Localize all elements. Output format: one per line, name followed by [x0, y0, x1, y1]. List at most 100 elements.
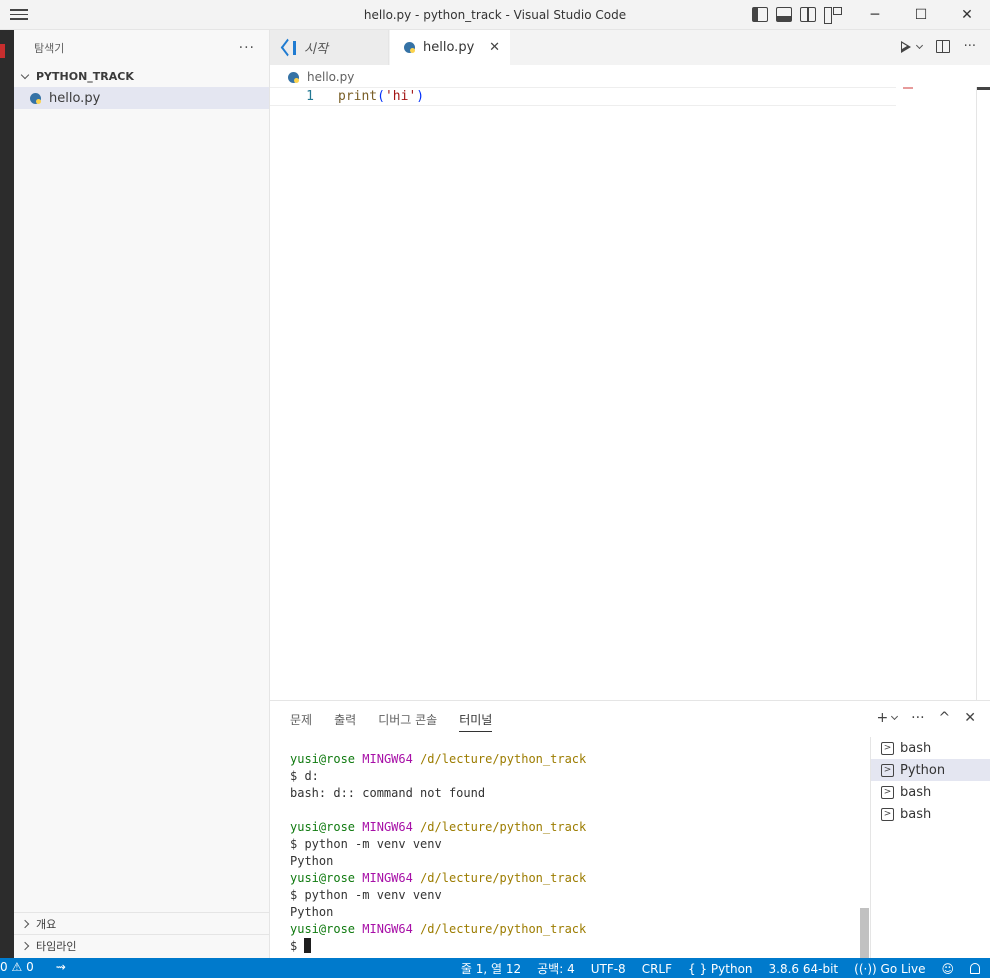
bell-icon[interactable]	[970, 963, 980, 974]
terminal-line: Python	[290, 854, 334, 868]
customize-layout-icon[interactable]	[824, 7, 842, 24]
split-editor-icon[interactable]	[935, 40, 950, 53]
outline-section[interactable]: 개요	[14, 912, 270, 934]
chevron-down-icon[interactable]	[915, 41, 923, 49]
maximize-button[interactable]: ☐	[898, 0, 944, 30]
editor-actions: ···	[900, 39, 976, 54]
terminal-item-python[interactable]: > Python	[871, 759, 990, 781]
minimize-button[interactable]: ─	[852, 0, 898, 30]
chevron-down-icon	[20, 70, 30, 79]
toggle-panel-icon[interactable]	[776, 7, 792, 22]
tab-hello-py[interactable]: hello.py ✕	[390, 30, 510, 65]
python-file-icon	[404, 42, 415, 53]
close-tab-icon[interactable]: ✕	[489, 40, 500, 55]
terminal-list: > bash > Python > bash > bash	[870, 737, 990, 959]
file-label: hello.py	[49, 90, 101, 106]
tab-terminal[interactable]: 터미널	[459, 711, 493, 732]
code-paren-open: (	[377, 89, 385, 104]
terminal-host: MINGW64	[362, 922, 413, 936]
new-terminal-icon[interactable]: +	[876, 710, 888, 726]
warning-icon: ⚠	[11, 960, 23, 974]
editor-more-icon[interactable]: ···	[964, 39, 976, 54]
close-window-button[interactable]: ✕	[944, 0, 990, 30]
vscode-logo-icon	[280, 40, 296, 55]
python-interpreter[interactable]: 3.8.6 64-bit	[769, 962, 839, 976]
terminal-user: yusi@rose	[290, 922, 356, 936]
terminal-line: $ python -m venv venv	[290, 888, 442, 902]
outline-label: 개요	[36, 917, 57, 931]
terminal-line: $ python -m venv venv	[290, 837, 442, 851]
minimap[interactable]	[903, 87, 913, 89]
encoding[interactable]: UTF-8	[591, 962, 626, 976]
line-number: 1	[306, 89, 314, 104]
run-python-icon[interactable]	[900, 40, 911, 53]
chevron-right-icon	[20, 919, 30, 928]
panel-more-icon[interactable]: ···	[911, 710, 924, 726]
tab-output[interactable]: 출력	[334, 711, 356, 732]
timeline-label: 타임라인	[36, 939, 77, 953]
explorer-title: 탐색기	[34, 41, 65, 55]
language-mode[interactable]: { } Python	[688, 962, 753, 976]
code-line-1[interactable]: 1 print('hi')	[270, 87, 896, 106]
activity-bar	[0, 30, 14, 958]
terminal-item-bash[interactable]: > bash	[871, 781, 990, 803]
code-string: 'hi'	[384, 89, 417, 104]
tab-welcome[interactable]: 시작	[270, 30, 389, 65]
toggle-sidebar-icon[interactable]	[752, 7, 768, 22]
python-file-icon	[288, 71, 299, 83]
code-paren-close: )	[416, 89, 425, 104]
cursor-position[interactable]: 줄 1, 열 12	[461, 960, 521, 977]
terminal-path: /d/lecture/python_track	[420, 752, 587, 766]
explorer-more-icon[interactable]: ···	[239, 40, 255, 56]
terminal-host: MINGW64	[362, 752, 413, 766]
tab-problems[interactable]: 문제	[290, 711, 312, 732]
terminal-item-label: bash	[900, 740, 932, 756]
terminal-scrollbar[interactable]	[860, 908, 869, 958]
title-bar: hello.py - python_track - Visual Studio …	[0, 0, 990, 30]
code-function: print	[338, 89, 378, 104]
folder-python-track[interactable]: PYTHON_TRACK	[14, 65, 269, 87]
terminal-user: yusi@rose	[290, 820, 356, 834]
layout-controls	[752, 7, 842, 24]
terminal-icon: >	[881, 741, 894, 755]
timeline-section[interactable]: 타임라인	[14, 934, 270, 956]
panel-actions: + ··· ^ ✕	[876, 710, 976, 726]
line-ending[interactable]: CRLF	[642, 962, 672, 976]
terminal-icon: >	[881, 807, 894, 821]
terminal-item-bash[interactable]: > bash	[871, 737, 990, 759]
terminal-item-label: bash	[900, 806, 932, 822]
tab-debug-console[interactable]: 디버그 콘솔	[378, 711, 437, 732]
live-share-icon[interactable]: ⇝	[56, 960, 66, 974]
terminal-item-label: bash	[900, 784, 932, 800]
go-live-button[interactable]: ((·)) Go Live	[854, 962, 925, 976]
indentation[interactable]: 공백: 4	[537, 960, 575, 977]
maximize-panel-icon[interactable]: ^	[939, 710, 951, 726]
go-live-label: Go Live	[880, 961, 926, 976]
terminal-item-label: Python	[900, 762, 946, 778]
terminal-item-bash[interactable]: > bash	[871, 803, 990, 825]
toggle-secondary-sidebar-icon[interactable]	[800, 7, 816, 22]
tab-label: hello.py	[423, 40, 475, 55]
language-label: Python	[710, 961, 753, 976]
breadcrumb[interactable]: hello.py	[288, 67, 354, 87]
terminal-user: yusi@rose	[290, 871, 356, 885]
feedback-icon[interactable]: ☺	[941, 962, 954, 976]
terminal-line: Python	[290, 905, 334, 919]
chevron-down-icon[interactable]	[891, 712, 899, 721]
close-panel-icon[interactable]: ✕	[964, 710, 976, 726]
python-file-icon	[30, 92, 41, 104]
editor-scrollbar[interactable]	[976, 87, 990, 700]
explorer-sidebar: 탐색기 ··· PYTHON_TRACK hello.py 개요 타임라인	[14, 30, 270, 958]
terminal-path: /d/lecture/python_track	[420, 922, 587, 936]
status-left: 0 ⚠ 0 ⇝	[0, 960, 66, 974]
terminal-cursor	[304, 938, 312, 953]
problems-status[interactable]: 0 ⚠ 0	[0, 960, 34, 974]
terminal-path: /d/lecture/python_track	[420, 871, 587, 885]
code-text: print('hi')	[338, 89, 424, 104]
file-hello-py[interactable]: hello.py	[14, 87, 269, 109]
terminal-line: bash: d:: command not found	[290, 786, 486, 800]
terminal-output[interactable]: yusi@rose MINGW64 /d/lecture/python_trac…	[290, 751, 586, 955]
terminal-path: /d/lecture/python_track	[420, 820, 587, 834]
broadcast-icon: ((·))	[854, 961, 877, 976]
bottom-panel: 문제 출력 디버그 콘솔 터미널 + ··· ^ ✕ yusi@rose MIN…	[270, 700, 990, 959]
